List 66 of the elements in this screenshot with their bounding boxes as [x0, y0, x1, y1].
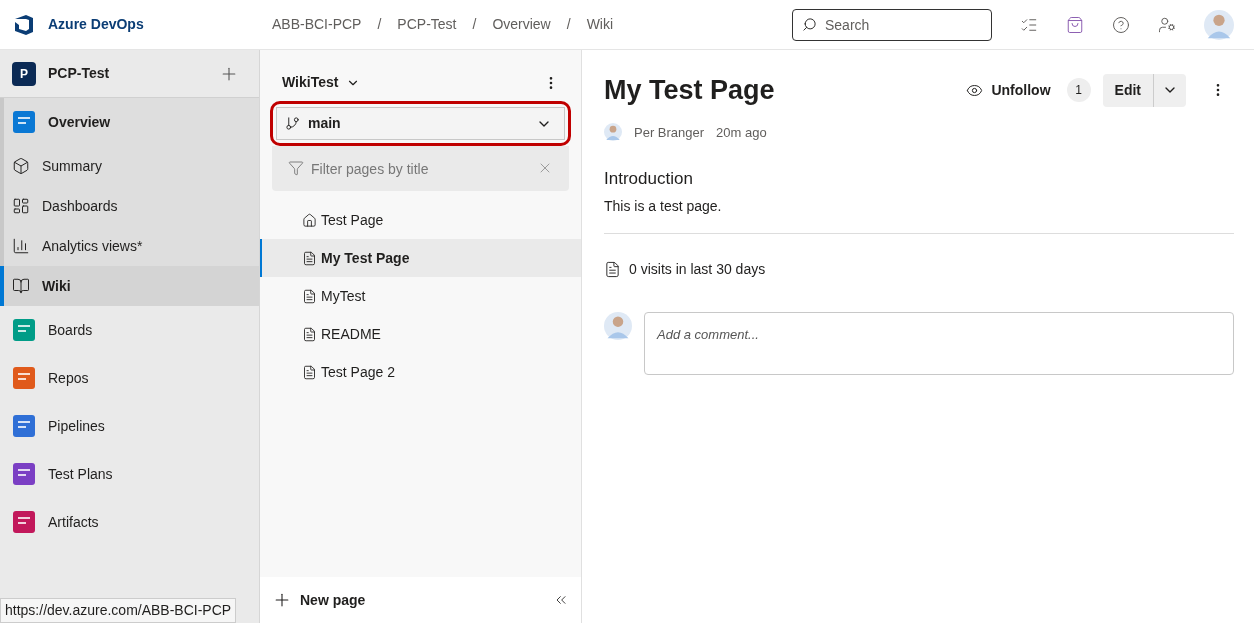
help-icon[interactable]	[1112, 15, 1130, 34]
unfollow-button[interactable]: Unfollow	[958, 79, 1059, 101]
section-heading: Introduction	[604, 168, 694, 190]
breadcrumb-link[interactable]: PCP-Test	[397, 14, 457, 35]
nav-item[interactable]: Repos	[0, 354, 259, 402]
nav-item[interactable]: Boards	[0, 306, 259, 354]
hub-icon	[12, 318, 36, 342]
follower-count: 1	[1066, 78, 1091, 103]
nav-item[interactable]: Dashboards	[0, 186, 259, 226]
nav-icon	[12, 157, 30, 175]
search-field[interactable]: Search	[792, 8, 992, 41]
body-text: This is a test page.	[604, 196, 723, 216]
hub-icon	[12, 414, 36, 438]
nav-icon	[12, 277, 30, 295]
author-name: Per Branger	[634, 123, 705, 142]
hub-icon	[12, 110, 36, 134]
page-icon	[302, 288, 317, 304]
hub-icon	[12, 510, 36, 534]
breadcrumb-link[interactable]: Wiki	[586, 14, 614, 35]
visits-text: 0 visits in last 30 days	[629, 259, 766, 279]
wiki-selector[interactable]: WikiTest	[282, 72, 361, 93]
page-title: My Test Page	[604, 74, 775, 107]
breadcrumb-separator: /	[377, 15, 382, 34]
status-url: https://dev.azure.com/ABB-BCI-PCP	[0, 598, 237, 623]
nav-item[interactable]: Wiki	[0, 266, 259, 306]
logo-icon	[12, 12, 36, 37]
nav-item[interactable]: Artifacts	[0, 498, 259, 546]
page-tree-item[interactable]: README	[260, 315, 581, 353]
nav-icon	[12, 197, 30, 215]
project-name[interactable]: PCP-Test	[48, 63, 110, 84]
nav-item[interactable]: Pipelines	[0, 402, 259, 450]
hub-icon	[12, 366, 36, 390]
nav-item[interactable]: Summary	[0, 146, 259, 186]
branch-icon	[285, 116, 300, 131]
page-tree-item[interactable]: Test Page	[260, 201, 581, 239]
user-settings-icon[interactable]	[1158, 15, 1176, 34]
filter-field[interactable]: Filter pages by title	[272, 146, 569, 191]
new-page-button[interactable]: New page	[272, 589, 366, 611]
nav-item[interactable]: Test Plans	[0, 450, 259, 498]
branch-selector[interactable]: main	[276, 107, 565, 140]
page-icon	[302, 364, 317, 380]
avatar-icon	[1204, 9, 1234, 40]
breadcrumb-link[interactable]: Overview	[492, 14, 551, 35]
avatar-icon	[604, 311, 632, 340]
nav-item[interactable]: Overview	[0, 98, 259, 146]
page-tree-item[interactable]: Test Page 2	[260, 353, 581, 391]
hub-icon	[12, 462, 36, 486]
visits-icon	[604, 260, 621, 278]
marketplace-icon[interactable]	[1066, 15, 1084, 34]
comment-field[interactable]: Add a comment...	[644, 311, 1234, 375]
nav-item[interactable]: Analytics views*	[0, 226, 259, 266]
avatar-icon	[604, 123, 622, 142]
filter-icon	[288, 160, 304, 176]
page-icon	[302, 250, 317, 266]
page-icon	[302, 326, 317, 342]
project-badge: P	[12, 61, 36, 86]
breadcrumb-separator: /	[472, 15, 477, 34]
search-icon	[802, 16, 817, 32]
page-tree-item[interactable]: MyTest	[260, 277, 581, 315]
brand-name: Azure DevOps	[48, 15, 144, 34]
page-tree-item[interactable]: My Test Page	[260, 239, 581, 277]
edit-time: 20m ago	[716, 123, 767, 142]
breadcrumb-separator: /	[566, 15, 571, 34]
breadcrumb-link[interactable]: ABB-BCI-PCP	[272, 14, 362, 35]
home-icon	[302, 212, 317, 228]
nav-icon	[12, 237, 30, 255]
